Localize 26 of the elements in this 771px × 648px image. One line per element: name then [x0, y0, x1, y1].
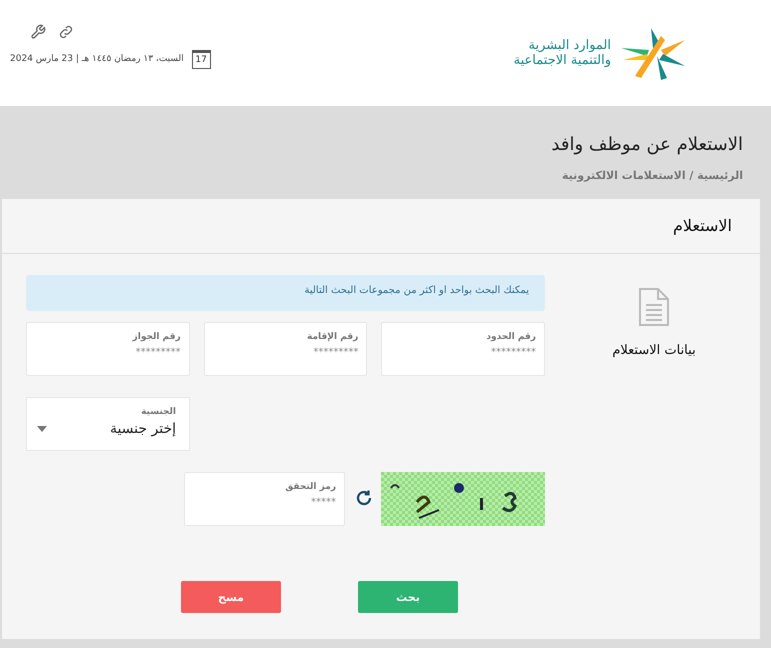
page-title: الاستعلام عن موظف وافد — [550, 133, 744, 155]
field-label: رقم الجواز — [131, 332, 181, 342]
clear-button[interactable]: مسح — [181, 581, 281, 613]
logo-icon — [621, 26, 685, 80]
date-text: السبت، ١٣ رمضان ١٤٤٥ هـ | 23 مارس 2024 — [10, 54, 184, 64]
caret-icon — [37, 426, 47, 432]
info-message: يمكنك البحث بواحد او اكثر من مجموعات البحث التالية — [26, 275, 545, 311]
nationality-select[interactable]: الجنسية إختر جنسية — [26, 397, 190, 451]
document-icon — [638, 287, 670, 327]
refresh-icon[interactable] — [355, 489, 373, 507]
link-icon[interactable] — [58, 24, 74, 40]
calendar-icon: 17 — [192, 50, 211, 68]
input-field[interactable]: ***** — [193, 497, 336, 508]
field-label: رقم الحدود — [485, 332, 536, 342]
search-button[interactable]: بحث — [358, 581, 458, 613]
field-label: رمز التحقق — [284, 482, 336, 492]
input-field[interactable]: ********* — [390, 347, 536, 358]
logo-text: والتنمية الاجتماعية — [514, 53, 611, 68]
card-title: الاستعلام — [2, 199, 760, 254]
field-label: رقم الإقامة — [306, 332, 358, 342]
wrench-icon[interactable] — [30, 24, 46, 40]
section-label: بيانات الاستعلام — [612, 343, 696, 358]
input-field[interactable]: ********* — [35, 347, 181, 358]
breadcrumb: الرئيسية / الاستعلامات الالكترونية — [562, 169, 743, 182]
logo-text: الموارد البشرية — [528, 38, 611, 53]
input-field[interactable]: ********* — [212, 347, 358, 358]
